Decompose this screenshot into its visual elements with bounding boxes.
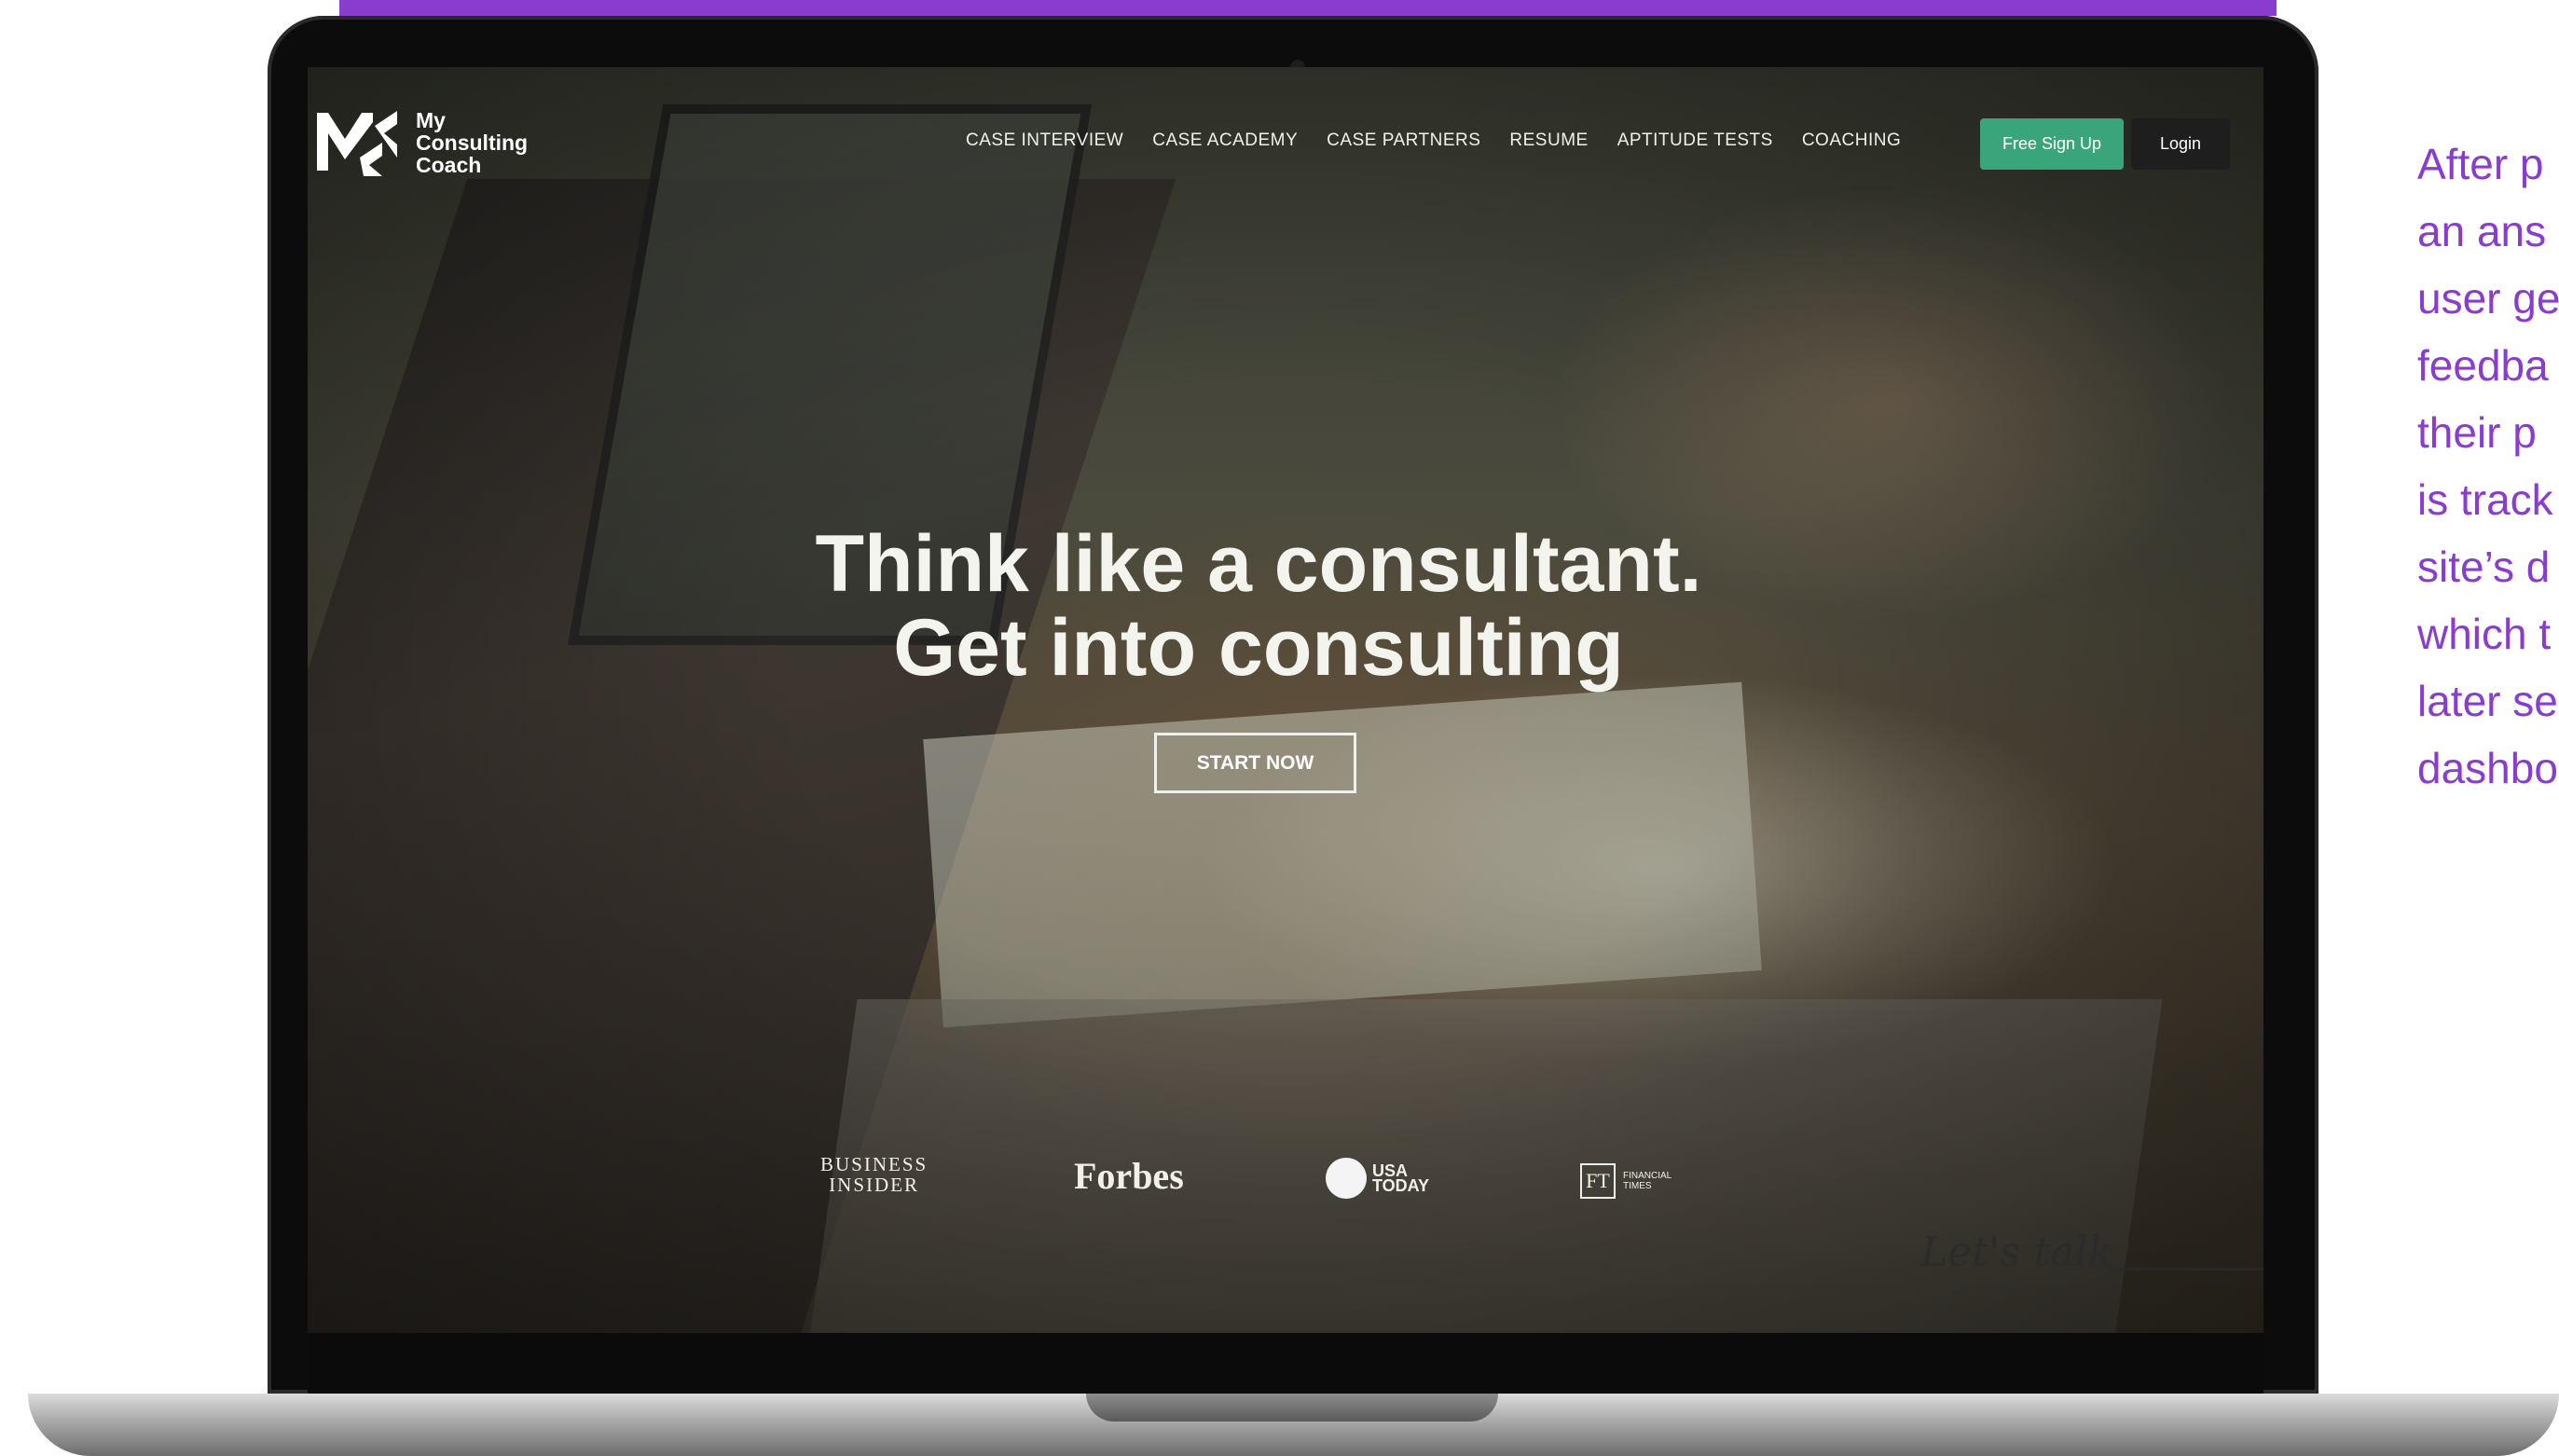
financial-times-logo: FT FINANCIAL TIMES [1580,1163,1698,1199]
nav-aptitude-tests[interactable]: APTITUDE TESTS [1617,130,1773,151]
usa-today-dot-icon [1326,1158,1367,1199]
logo-text: My Consulting Coach [416,109,528,176]
nav-case-partners[interactable]: CASE PARTNERS [1327,130,1480,151]
nav-case-interview[interactable]: CASE INTERVIEW [966,130,1123,151]
ft-text: FINANCIAL TIMES [1623,1171,1672,1191]
logo-line-2: Consulting [416,130,529,155]
side-caption-line: After p [2417,140,2544,188]
login-button[interactable]: Login [2131,118,2230,170]
ft-mark: FT [1580,1163,1616,1199]
usa-today-logo: USA TODAY [1326,1158,1429,1199]
laptop-screen [308,67,2263,1333]
business-insider-logo: BUSINESS INSIDER [820,1154,928,1195]
hero-line-2: Get into consulting [893,603,1624,693]
side-caption-line: feedba [2417,341,2549,390]
hero-headline: Think like a consultant. Get into consul… [709,522,1809,690]
business-insider-line-2: INSIDER [829,1174,920,1196]
side-caption: After p an ans user ge feedba their p is… [2417,130,2559,802]
logo-mark-icon [317,111,397,176]
hero-photo-vignette [308,67,2263,1333]
free-signup-button[interactable]: Free Sign Up [1980,118,2124,170]
nav-coaching[interactable]: COACHING [1802,130,1901,151]
start-now-button[interactable]: START NOW [1154,733,1356,793]
laptop-bottom-bezel [308,1333,2263,1394]
side-caption-line: an ans [2417,207,2547,255]
laptop-hinge-notch [1086,1394,1498,1422]
top-accent-bar [339,0,2277,16]
side-caption-line: site’s d [2417,543,2551,591]
site-logo[interactable]: My Consulting Coach [317,105,528,180]
logo-line-1: My [416,108,446,132]
signature-underline [2109,1268,2263,1271]
nav-case-academy[interactable]: CASE ACADEMY [1152,130,1298,151]
side-caption-line: is track [2417,475,2553,524]
side-caption-line: which t [2417,610,2552,658]
logo-line-3: Coach [416,153,482,177]
side-caption-line: later se [2417,677,2558,725]
lets-talk-signature[interactable]: Let's talk [1920,1229,2112,1276]
side-caption-line: user ge [2417,274,2559,323]
main-nav: CASE INTERVIEW CASE ACADEMY CASE PARTNER… [966,130,1901,151]
hero-line-1: Think like a consultant. [815,519,1702,609]
forbes-logo: Forbes [1074,1155,1184,1197]
side-caption-line: dashbo [2417,744,2558,792]
nav-resume[interactable]: RESUME [1509,130,1588,151]
usa-today-line-2: TODAY [1372,1176,1430,1195]
side-caption-line: their p [2417,408,2537,457]
business-insider-line-1: BUSINESS [820,1153,929,1175]
